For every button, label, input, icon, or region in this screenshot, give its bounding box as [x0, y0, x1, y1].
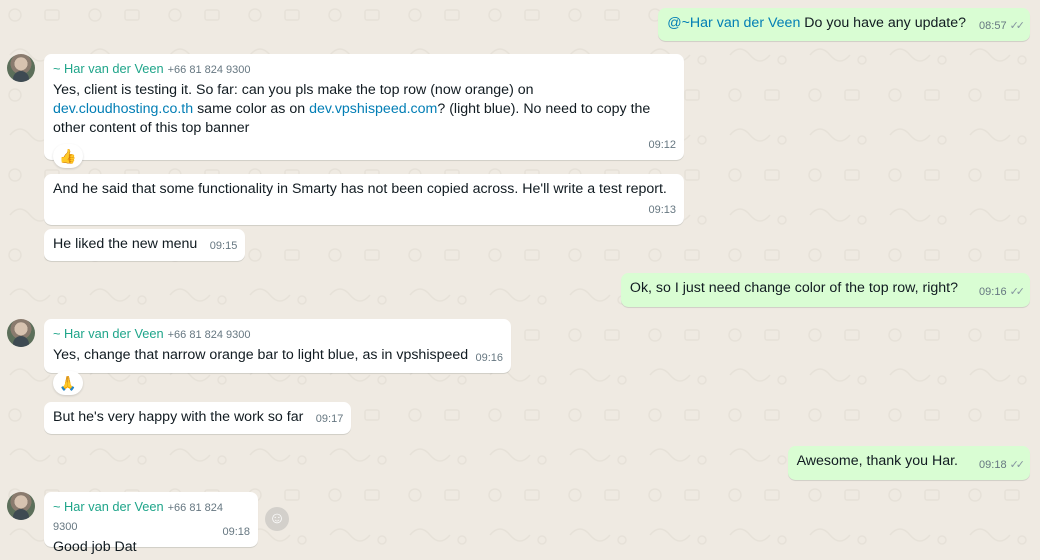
message-text: And he said that some functionality in S…: [53, 181, 667, 197]
message-time: 09:12: [648, 139, 676, 151]
message-text: Awesome, thank you Har.: [796, 453, 958, 469]
message-time: 09:18: [979, 459, 1007, 471]
sender-name[interactable]: ~ Har van der Veen: [53, 61, 164, 76]
message-text-part: Yes, client is testing it. So far: can y…: [53, 82, 534, 98]
message-text: He liked the new menu: [53, 236, 198, 252]
double-check-icon: ✓✓: [1009, 459, 1026, 471]
message-text: Ok, so I just need change color of the t…: [629, 280, 958, 296]
message-bubble-outgoing[interactable]: Awesome, thank you Har. 09:18 ✓✓: [787, 446, 1030, 480]
message-text-part: same color as on: [193, 101, 310, 117]
message-time: 08:57: [979, 20, 1007, 32]
smiley-icon[interactable]: ☺: [265, 507, 289, 531]
sender-header: ~ Har van der Veen +66 81 824 9300: [53, 60, 675, 79]
message-bubble-outgoing[interactable]: Ok, so I just need change color of the t…: [620, 273, 1030, 307]
message-text: Good job Dat: [53, 539, 137, 555]
message-meta: 09:16 ✓✓: [979, 283, 1026, 302]
avatar[interactable]: [7, 492, 35, 520]
message-time: 09:15: [209, 240, 238, 252]
message-meta: 08:57 ✓✓: [979, 17, 1026, 36]
sender-phone: +66 81 824 9300: [167, 64, 251, 76]
message-text: But he's very happy with the work so far: [53, 409, 304, 425]
double-check-icon: ✓✓: [1009, 20, 1026, 32]
message-meta: 09:18 ✓✓: [979, 456, 1026, 475]
sender-name[interactable]: ~ Har van der Veen: [53, 326, 164, 341]
reaction-thumbs-up[interactable]: 👍: [53, 144, 83, 168]
double-check-icon: ✓✓: [1009, 286, 1026, 298]
message-bubble-incoming[interactable]: ~ Har van der Veen +66 81 824 9300 Yes, c…: [44, 319, 511, 373]
avatar[interactable]: [7, 54, 35, 82]
message-bubble-outgoing[interactable]: @~Har van der Veen Do you have any updat…: [658, 8, 1030, 41]
sender-header: ~ Har van der Veen +66 81 824 9300: [53, 498, 249, 536]
message-time: 09:16: [475, 352, 503, 364]
message-bubble-incoming[interactable]: ~ Har van der Veen +66 81 824 9300 Yes, c…: [44, 54, 684, 160]
message-bubble-incoming[interactable]: He liked the new menu 09:15: [44, 229, 246, 261]
sender-phone: +66 81 824 9300: [167, 329, 251, 341]
message-time: 09:13: [648, 204, 676, 216]
message-bubble-incoming[interactable]: But he's very happy with the work so far…: [44, 402, 352, 434]
avatar[interactable]: [7, 319, 35, 347]
link-vpshispeed[interactable]: dev.vpshispeed.com: [309, 101, 437, 117]
message-text: Do you have any update?: [800, 15, 966, 31]
reaction-folded-hands[interactable]: 🙏: [53, 371, 83, 395]
sender-name[interactable]: ~ Har van der Veen: [53, 499, 164, 514]
message-time: 09:17: [315, 413, 344, 425]
message-bubble-incoming[interactable]: And he said that some functionality in S…: [44, 174, 684, 225]
mention-link[interactable]: @~Har van der Veen: [667, 15, 800, 31]
link-cloudhosting[interactable]: dev.cloudhosting.co.th: [53, 101, 193, 117]
message-bubble-incoming[interactable]: ~ Har van der Veen +66 81 824 9300 Good j…: [44, 492, 258, 555]
message-text: Yes, client is testing it. So far: can y…: [53, 81, 675, 138]
message-time: 09:16: [979, 286, 1007, 298]
message-text: Yes, change that narrow orange bar to li…: [53, 347, 469, 363]
sender-header: ~ Har van der Veen +66 81 824 9300: [53, 325, 502, 344]
message-time: 09:18: [222, 526, 250, 538]
